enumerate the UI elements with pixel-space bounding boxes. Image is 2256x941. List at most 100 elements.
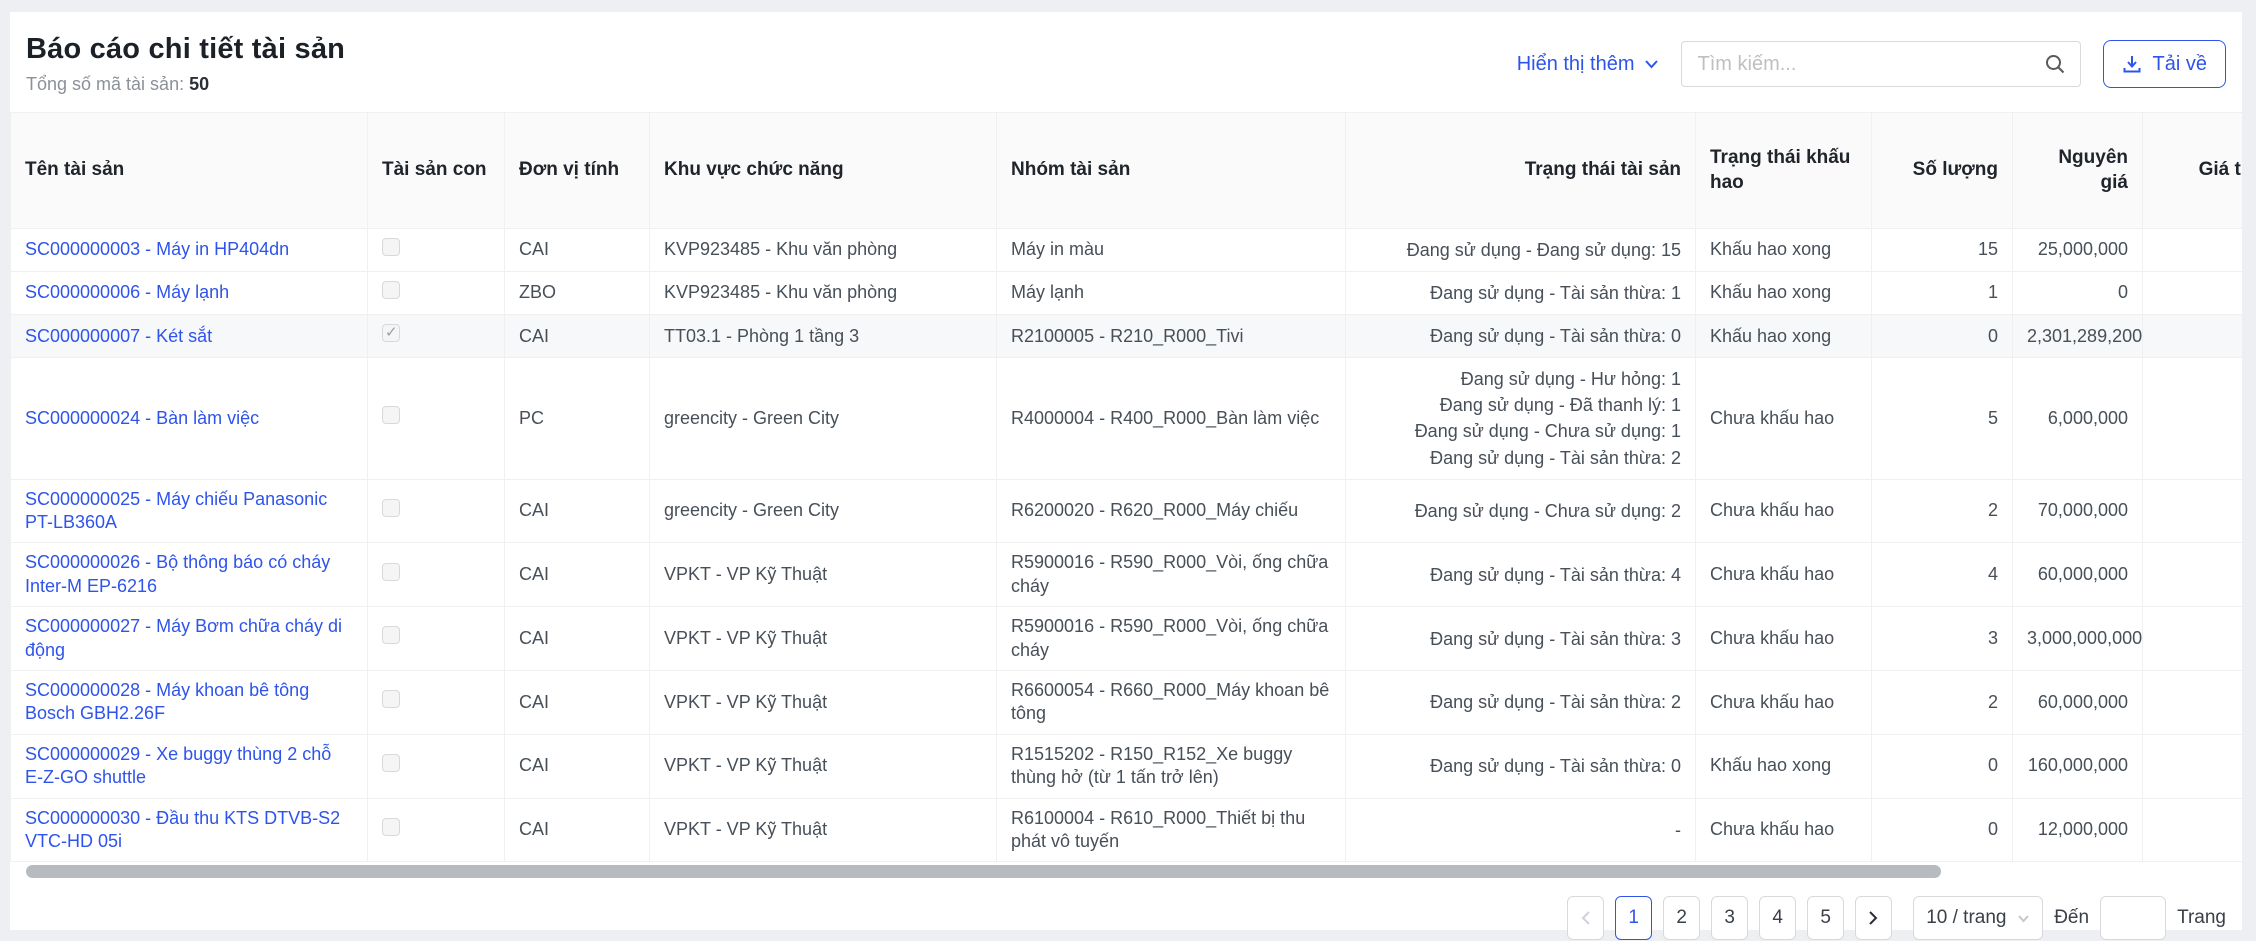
depreciation-status-cell: Chưa khấu hao (1696, 671, 1872, 735)
table-body: SC000000003 - Máy in HP404dn✓CAIKVP92348… (11, 229, 2243, 862)
column-header-4: Nhóm tài sản (997, 113, 1346, 229)
child-asset-cell: ✓ (368, 671, 505, 735)
goto-page-input[interactable] (2100, 896, 2166, 940)
asset-name-cell: SC000000024 - Bàn làm việc (11, 358, 368, 479)
asset-name-cell: SC000000003 - Máy in HP404dn (11, 229, 368, 272)
asset-status-cell: Đang sử dụng - Tài sản thừa: 4 (1346, 543, 1696, 607)
asset-link[interactable]: SC000000003 - Máy in HP404dn (25, 239, 289, 259)
asset-link[interactable]: SC000000026 - Bộ thông báo có cháy Inter… (25, 552, 330, 595)
asset-link[interactable]: SC000000025 - Máy chiếu Panasonic PT-LB3… (25, 489, 327, 532)
child-asset-checkbox[interactable]: ✓ (382, 754, 400, 772)
chevron-down-icon (1644, 59, 1659, 69)
table-header-row: Tên tài sảnTài sản conĐơn vị tínhKhu vực… (11, 113, 2243, 229)
pagination: 12345 10 / trang Đến Trang (10, 880, 2242, 940)
download-icon (2122, 54, 2142, 74)
download-label: Tải về (2153, 53, 2207, 76)
depreciation-status-cell: Khấu hao xong (1696, 272, 1872, 315)
unit-cell: CAI (505, 671, 650, 735)
functional-area-cell: VPKT - VP Kỹ Thuật (650, 734, 997, 798)
child-asset-checkbox[interactable]: ✓ (382, 690, 400, 708)
remaining-value-cell (2143, 479, 2243, 543)
column-header-3: Khu vực chức năng (650, 113, 997, 229)
asset-status-cell: Đang sử dụng - Tài sản thừa: 0 (1346, 734, 1696, 798)
quantity-cell: 0 (1872, 315, 2013, 358)
unit-cell: CAI (505, 543, 650, 607)
asset-link[interactable]: SC000000024 - Bàn làm việc (25, 408, 259, 428)
page-button-4[interactable]: 4 (1759, 896, 1796, 940)
page-button-2[interactable]: 2 (1663, 896, 1700, 940)
search-icon[interactable] (2044, 53, 2066, 75)
child-asset-checkbox[interactable]: ✓ (382, 406, 400, 424)
report-card: Báo cáo chi tiết tài sản Tổng số mã tài … (10, 12, 2242, 930)
quantity-cell: 3 (1872, 607, 2013, 671)
page-button-3[interactable]: 3 (1711, 896, 1748, 940)
remaining-value-cell (2143, 272, 2243, 315)
functional-area-cell: VPKT - VP Kỹ Thuật (650, 671, 997, 735)
original-cost-cell: 160,000,000 (2013, 734, 2143, 798)
original-cost-cell: 70,000,000 (2013, 479, 2143, 543)
page-size-select[interactable]: 10 / trang (1913, 896, 2043, 940)
page-button-5[interactable]: 5 (1807, 896, 1844, 940)
asset-link[interactable]: SC000000030 - Đầu thu KTS DTVB-S2 VTC-HD… (25, 808, 340, 851)
child-asset-checkbox[interactable]: ✓ (382, 563, 400, 581)
asset-link[interactable]: SC000000029 - Xe buggy thùng 2 chỗ E-Z-G… (25, 744, 331, 787)
asset-name-cell: SC000000029 - Xe buggy thùng 2 chỗ E-Z-G… (11, 734, 368, 798)
table-row: SC000000026 - Bộ thông báo có cháy Inter… (11, 543, 2243, 607)
child-asset-checkbox[interactable]: ✓ (382, 818, 400, 836)
unit-cell: PC (505, 358, 650, 479)
child-asset-checkbox[interactable]: ✓ (382, 238, 400, 256)
page-button-1[interactable]: 1 (1615, 896, 1652, 940)
original-cost-cell: 12,000,000 (2013, 798, 2143, 862)
assets-table-wrap: Tên tài sảnTài sản conĐơn vị tínhKhu vực… (10, 112, 2242, 862)
asset-link[interactable]: SC000000007 - Két sắt (25, 326, 212, 346)
check-icon: ✓ (385, 323, 398, 343)
title-block: Báo cáo chi tiết tài sản Tổng số mã tài … (26, 33, 345, 95)
original-cost-cell: 3,000,000,000 (2013, 607, 2143, 671)
asset-name-cell: SC000000007 - Két sắt (11, 315, 368, 358)
asset-status-line: Đang sử dụng - Tài sản thừa: 2 (1360, 689, 1681, 715)
child-asset-checkbox[interactable]: ✓ (382, 499, 400, 517)
depreciation-status-cell: Khấu hao xong (1696, 315, 1872, 358)
column-header-2: Đơn vị tính (505, 113, 650, 229)
page-title: Báo cáo chi tiết tài sản (26, 33, 345, 66)
horizontal-scrollbar-thumb[interactable] (26, 865, 1941, 878)
asset-status-cell: Đang sử dụng - Đang sử dụng: 15 (1346, 229, 1696, 272)
asset-link[interactable]: SC000000028 - Máy khoan bê tông Bosch GB… (25, 680, 309, 723)
child-asset-checkbox[interactable]: ✓ (382, 281, 400, 299)
asset-link[interactable]: SC000000006 - Máy lạnh (25, 282, 229, 302)
asset-status-cell: - (1346, 798, 1696, 862)
unit-cell: CAI (505, 229, 650, 272)
remaining-value-cell (2143, 671, 2243, 735)
asset-link[interactable]: SC000000027 - Máy Bơm chữa cháy di động (25, 616, 342, 659)
remaining-value-cell (2143, 229, 2243, 272)
functional-area-cell: KVP923485 - Khu văn phòng (650, 272, 997, 315)
asset-status-cell: Đang sử dụng - Tài sản thừa: 2 (1346, 671, 1696, 735)
page-size-value: 10 / trang (1926, 907, 2006, 929)
table-row: SC000000029 - Xe buggy thùng 2 chỗ E-Z-G… (11, 734, 2243, 798)
asset-group-cell: Máy lạnh (997, 272, 1346, 315)
asset-group-cell: R5900016 - R590_R000_Vòi, ống chữa cháy (997, 543, 1346, 607)
asset-name-cell: SC000000006 - Máy lạnh (11, 272, 368, 315)
horizontal-scrollbar-track (18, 865, 2234, 880)
column-header-1: Tài sản con (368, 113, 505, 229)
asset-group-cell: Máy in màu (997, 229, 1346, 272)
download-button[interactable]: Tải về (2103, 40, 2226, 88)
prev-page-button[interactable] (1567, 896, 1604, 940)
unit-cell: CAI (505, 607, 650, 671)
asset-status-line: Đang sử dụng - Tài sản thừa: 4 (1360, 562, 1681, 588)
page-label: Trang (2177, 907, 2226, 929)
asset-name-cell: SC000000025 - Máy chiếu Panasonic PT-LB3… (11, 479, 368, 543)
table-row: SC000000024 - Bàn làm việc✓PCgreencity -… (11, 358, 2243, 479)
functional-area-cell: VPKT - VP Kỹ Thuật (650, 798, 997, 862)
quantity-cell: 4 (1872, 543, 2013, 607)
unit-cell: CAI (505, 734, 650, 798)
asset-status-line: Đang sử dụng - Đang sử dụng: 15 (1360, 237, 1681, 263)
table-row: SC000000030 - Đầu thu KTS DTVB-S2 VTC-HD… (11, 798, 2243, 862)
child-asset-checkbox[interactable]: ✓ (382, 324, 400, 342)
show-more-button[interactable]: Hiển thị thêm (1517, 53, 1659, 76)
child-asset-cell: ✓ (368, 798, 505, 862)
next-page-button[interactable] (1855, 896, 1892, 940)
child-asset-checkbox[interactable]: ✓ (382, 626, 400, 644)
original-cost-cell: 2,301,289,200 (2013, 315, 2143, 358)
search-input[interactable] (1696, 52, 2044, 77)
